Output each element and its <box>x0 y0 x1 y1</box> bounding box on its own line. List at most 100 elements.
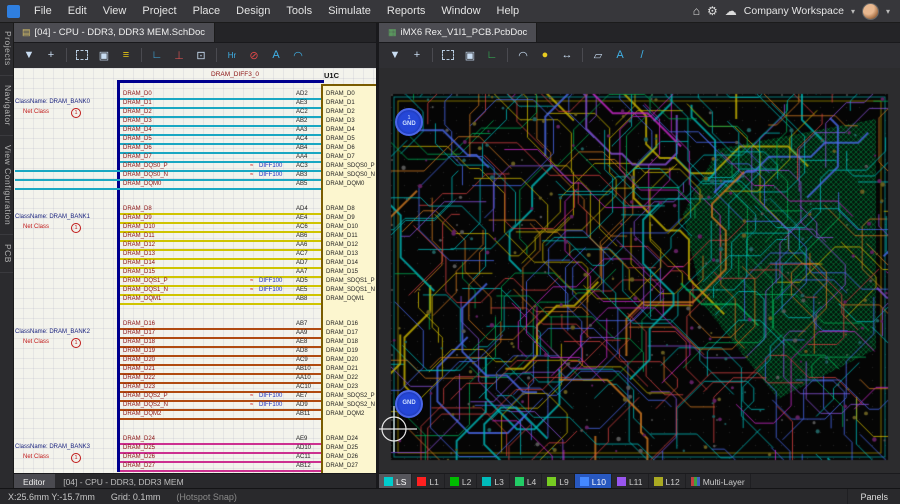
avatar[interactable] <box>861 2 879 20</box>
layer-tab-ls[interactable]: LS <box>379 474 413 489</box>
menu-item-tools[interactable]: Tools <box>278 0 320 22</box>
sidebar-tab-view-configuration[interactable]: View Configuration <box>0 136 13 235</box>
align-icon[interactable]: ≡ <box>116 46 136 64</box>
no-erc-icon[interactable]: ⊘ <box>244 46 264 64</box>
net-label[interactable]: DRAM_D3 <box>123 118 152 125</box>
copy-icon[interactable]: ▣ <box>94 46 114 64</box>
schdoc-tab[interactable]: ▤ [04] - CPU - DDR3, DDR3 MEM.SchDoc <box>13 23 216 42</box>
net-label[interactable]: DRAM_D8 <box>123 206 152 213</box>
net-class-label[interactable]: Net Class <box>23 109 49 116</box>
menu-item-view[interactable]: View <box>95 0 135 22</box>
net-label[interactable]: DRAM_DQM0 <box>123 181 161 188</box>
harness-icon[interactable]: Hr <box>222 46 242 64</box>
line-icon[interactable]: / <box>632 46 652 64</box>
layer-tab-l11[interactable]: L11 <box>612 474 649 489</box>
layer-tab-multi-layer[interactable]: Multi-Layer <box>686 474 751 489</box>
schematic-wire[interactable] <box>120 470 321 472</box>
net-label[interactable]: DRAM_DQS1_P <box>123 278 168 285</box>
schematic-wire[interactable] <box>120 418 321 420</box>
layer-tab-l10[interactable]: L10 <box>574 474 612 489</box>
menu-item-edit[interactable]: Edit <box>60 0 95 22</box>
sidebar-tab-projects[interactable]: Projects <box>0 22 13 76</box>
menu-item-file[interactable]: File <box>26 0 60 22</box>
layer-tab-l3[interactable]: L3 <box>477 474 510 489</box>
gnd-badge-top[interactable]: 1 GND <box>395 108 423 136</box>
net-label[interactable]: DRAM_D5 <box>123 136 152 143</box>
net-label[interactable]: DRAM_D21 <box>123 366 155 373</box>
union-icon[interactable]: ▣ <box>460 46 480 64</box>
select-area-icon[interactable] <box>72 46 92 64</box>
schematic-canvas[interactable]: DRAM_DIFF3_0 U1C ClassName: DRAM_BANK0 Net … <box>13 68 376 474</box>
net-class-label[interactable]: Net Class <box>23 454 49 461</box>
net-label[interactable]: DRAM_DQS2_N <box>123 402 168 409</box>
net-label[interactable]: DRAM_D26 <box>123 454 155 461</box>
arc-icon[interactable]: ◠ <box>288 46 308 64</box>
net-label[interactable]: DRAM_DQS2_P <box>123 393 168 400</box>
net-label[interactable]: DRAM_D2 <box>123 109 152 116</box>
filter-icon[interactable]: ▼ <box>385 46 405 64</box>
net-label[interactable]: DRAM_D0 <box>123 91 152 98</box>
text-icon[interactable]: A <box>266 46 286 64</box>
net-label[interactable]: DRAM_D19 <box>123 348 155 355</box>
menu-item-project[interactable]: Project <box>134 0 184 22</box>
net-label[interactable]: DRAM_D7 <box>123 154 152 161</box>
workspace-label[interactable]: Company Workspace <box>744 5 844 17</box>
schematic-wire[interactable] <box>15 188 321 190</box>
sidebar-tab-navigator[interactable]: Navigator <box>0 76 13 136</box>
gnd-icon[interactable]: ⊥ <box>169 46 189 64</box>
net-label[interactable]: DRAM_D22 <box>123 375 155 382</box>
net-label[interactable]: DRAM_D18 <box>123 339 155 346</box>
net-label[interactable]: DRAM_D24 <box>123 436 155 443</box>
net-label[interactable]: DRAM_D23 <box>123 384 155 391</box>
settings-gear-icon[interactable]: ⚙ <box>707 4 718 18</box>
workspace-caret-icon[interactable]: ▾ <box>851 7 855 16</box>
bus-horizontal[interactable] <box>117 80 324 83</box>
net-label[interactable]: DRAM_DQM2 <box>123 411 161 418</box>
net-label[interactable]: DRAM_D4 <box>123 127 152 134</box>
panels-button[interactable]: Panels <box>847 489 900 504</box>
menu-item-window[interactable]: Window <box>433 0 488 22</box>
net-label[interactable]: DRAM_D15 <box>123 269 155 276</box>
menu-item-reports[interactable]: Reports <box>379 0 434 22</box>
layer-tab-l2[interactable]: L2 <box>445 474 478 489</box>
layer-tab-l9[interactable]: L9 <box>542 474 575 489</box>
net-label[interactable]: DRAM_D6 <box>123 145 152 152</box>
schematic-wire[interactable] <box>15 179 321 181</box>
measure-icon[interactable]: ↔ <box>557 46 577 64</box>
schematic-wire[interactable] <box>120 303 321 305</box>
move-icon[interactable]: + <box>407 46 427 64</box>
filter-icon[interactable]: ▼ <box>19 46 39 64</box>
menu-item-design[interactable]: Design <box>228 0 278 22</box>
net-label[interactable]: DRAM_D1 <box>123 100 152 107</box>
editor-tab[interactable]: Editor <box>13 474 56 489</box>
net-class-label[interactable]: Net Class <box>23 224 49 231</box>
move-icon[interactable]: + <box>41 46 61 64</box>
menu-item-simulate[interactable]: Simulate <box>320 0 379 22</box>
part-icon[interactable]: ⊡ <box>191 46 211 64</box>
highlight-bulb-icon[interactable]: ● <box>535 46 555 64</box>
home-icon[interactable]: ⌂ <box>693 4 700 18</box>
net-label[interactable]: DRAM_DQM1 <box>123 296 161 303</box>
net-label[interactable]: DRAM_D12 <box>123 242 155 249</box>
net-label[interactable]: DRAM_D9 <box>123 215 152 222</box>
net-label[interactable]: DRAM_D17 <box>123 330 155 337</box>
net-label[interactable]: DRAM_D25 <box>123 445 155 452</box>
pcb-canvas[interactable] <box>379 68 900 474</box>
net-label[interactable]: DRAM_D27 <box>123 463 155 470</box>
layer-tab-l12[interactable]: L12 <box>649 474 686 489</box>
sidebar-tab-pcb[interactable]: PCB <box>0 235 13 273</box>
menu-item-help[interactable]: Help <box>489 0 528 22</box>
net-label[interactable]: DRAM_DQS1_N <box>123 287 168 294</box>
net-label[interactable]: DRAM_D20 <box>123 357 155 364</box>
arc-icon[interactable]: ◠ <box>513 46 533 64</box>
text-icon[interactable]: A <box>610 46 630 64</box>
net-label[interactable]: DRAM_D10 <box>123 224 155 231</box>
net-label[interactable]: DRAM_D14 <box>123 260 155 267</box>
net-label[interactable]: DRAM_DQS0_P <box>123 163 168 170</box>
net-label[interactable]: DRAM_D13 <box>123 251 155 258</box>
pcbdoc-tab[interactable]: ▦ iMX6 Rex_V1I1_PCB.PcbDoc <box>379 23 538 42</box>
app-icon[interactable] <box>7 4 20 18</box>
net-label[interactable]: DRAM_D16 <box>123 321 155 328</box>
route-icon[interactable]: ∟ <box>482 46 502 64</box>
wire-icon[interactable]: ∟ <box>147 46 167 64</box>
